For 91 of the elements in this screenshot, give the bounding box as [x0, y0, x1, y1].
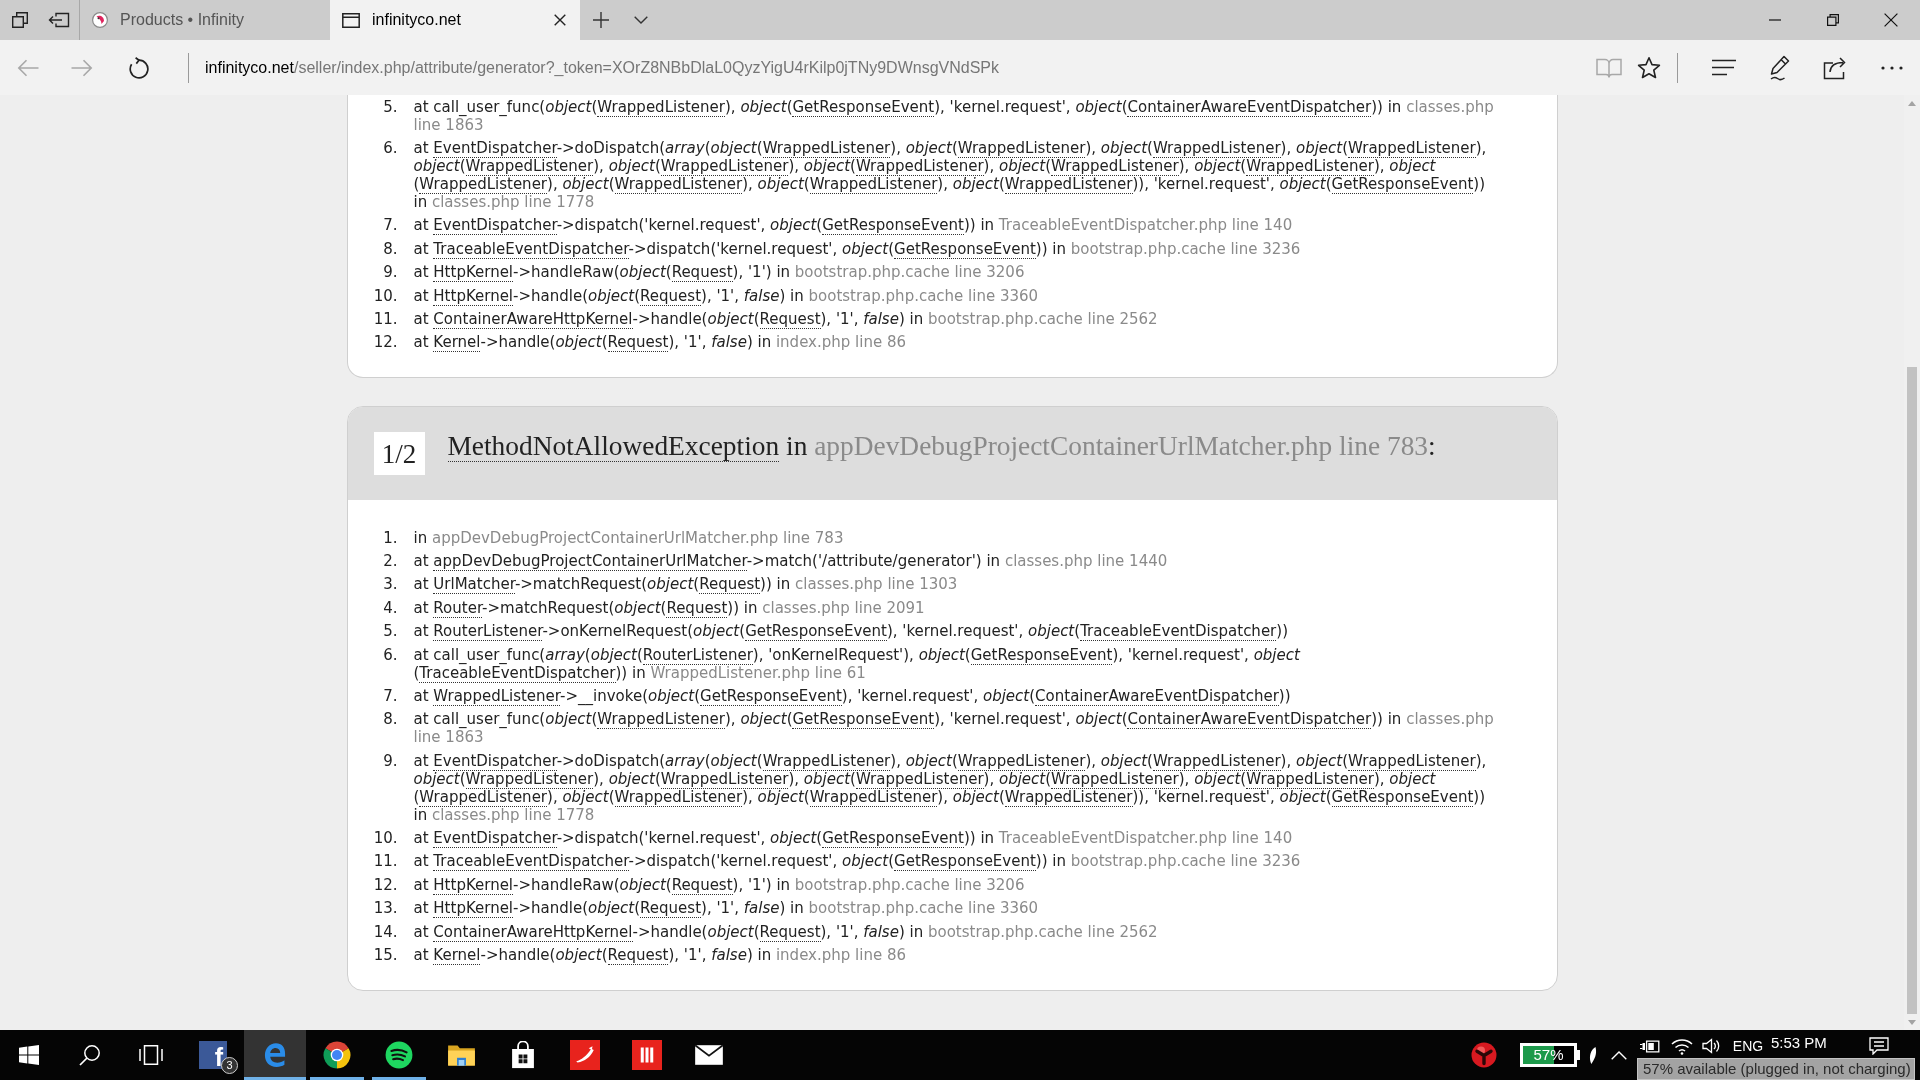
round-logo-icon	[92, 12, 108, 28]
e-logo-icon	[262, 1042, 288, 1068]
clock-time[interactable]: 5:53 PM	[1771, 1034, 1827, 1052]
segmented-circle-icon	[323, 1041, 351, 1069]
trace-number: 9.	[382, 751, 398, 772]
chevron-down-icon[interactable]	[634, 16, 648, 24]
trace-line: at TraceableEventDispatcher->dispatch('kernel.request', object(GetResponseEvent)) in bootstrap.php.cache line 3236	[413, 852, 1301, 871]
trace-line: at EventDispatcher->doDispatch(array(object(WrappedListener), object(WrappedListener), object(WrappedListener), object(WrappedListener), object(WrappedListener), object(WrappedListener), object(WrappedListener), object(WrappedListener), object(WrappedListener), object(WrappedListener), object(WrappedListener), object(WrappedListener), object(WrappedListener)), 'kernel.request', object(GetResponseEvent)) in classes.php line 1778	[413, 139, 1488, 212]
page-icon	[342, 12, 360, 28]
trace-line: at appDevDebugProjectContainerUrlMatcher->match('/attribute/generator') in classes.php line 1440	[413, 552, 1168, 571]
stacked-windows-icon[interactable]	[10, 11, 29, 29]
bars-tile-icon	[632, 1040, 662, 1070]
speaker-icon[interactable]	[1702, 1038, 1720, 1054]
scrollbar[interactable]	[1904, 95, 1920, 1030]
tooltip: 57% available (plugged in, not charging)	[1637, 1058, 1915, 1080]
trace-line: at EventDispatcher->doDispatch(array(object(WrappedListener), object(WrappedListener), object(WrappedListener), object(WrappedListener), object(WrappedListener), object(WrappedListener), object(WrappedListener), object(WrappedListener), object(WrappedListener), object(WrappedListener), object(WrappedListener), object(WrappedListener), object(WrappedListener)), 'kernel.request', object(GetResponseEvent)) in classes.php line 1778	[413, 751, 1488, 824]
trace-line: at EventDispatcher->dispatch('kernel.request', object(GetResponseEvent)) in TraceableEventDispatcher.php line 140	[413, 829, 1293, 848]
plus-icon[interactable]	[593, 12, 609, 28]
trace-line: at TraceableEventDispatcher->dispatch('kernel.request', object(GetResponseEvent)) in bootstrap.php.cache line 3236	[413, 239, 1301, 258]
trace-line: at Kernel->handle(object(Request), '1', false) in index.php line 86	[413, 945, 906, 964]
trace-number: 5.	[382, 622, 398, 641]
trace-line: at call_user_func(array(object(RouterListener), 'onKernelRequest'), object(GetResponseEvent), 'kernel.request', object(TraceableEventDispatcher)) in WrappedListener.php line 61	[413, 645, 1302, 682]
trace-number: 6.	[382, 645, 398, 666]
close-icon[interactable]	[554, 14, 566, 26]
trace-number: 10.	[372, 286, 398, 305]
task-view-icon[interactable]	[139, 1045, 163, 1065]
trace-number: 8.	[382, 239, 398, 258]
trace-line: at HttpKernel->handle(object(Request), '1', false) in bootstrap.php.cache line 3360	[413, 286, 1039, 305]
logo-tile: f	[199, 1041, 227, 1069]
arrow-box-icon[interactable]	[47, 12, 70, 28]
trace-number: 5.	[382, 97, 398, 118]
language-indicator[interactable]: ENG	[1732, 1038, 1764, 1054]
scrollbar-thumb[interactable]	[1907, 367, 1917, 1014]
close-icon[interactable]	[1884, 13, 1898, 27]
trace-number: 12.	[372, 333, 398, 352]
windows-logo-icon[interactable]	[19, 1045, 39, 1065]
trace-line: in appDevDebugProjectContainerUrlMatcher.php line 783	[413, 528, 844, 547]
search-icon[interactable]	[78, 1044, 100, 1066]
round-emblem-icon[interactable]	[1471, 1042, 1497, 1068]
shopping-bag-icon	[511, 1041, 535, 1069]
trace-number: 10.	[372, 829, 398, 848]
wifi-icon[interactable]	[1670, 1037, 1693, 1055]
browser-tab[interactable]: infinityco.net	[330, 0, 580, 40]
chevron-up-icon[interactable]	[1611, 1050, 1627, 1060]
plug-battery-icon[interactable]	[1640, 1039, 1660, 1053]
trace-line: at call_user_func(object(WrappedListener), object(GetResponseEvent), 'kernel.request', object(ContainerAwareEventDispatcher)) in classes.php line 1863	[413, 710, 1495, 747]
trace-number: 8.	[382, 710, 398, 731]
count-badge: 3	[221, 1057, 238, 1074]
swoosh-tile-icon	[570, 1040, 600, 1070]
trace-line: at ContainerAwareHttpKernel->handle(object(Request), '1', false) in bootstrap.php.cache line 2562	[413, 309, 1158, 328]
trace-number: 1.	[382, 528, 398, 547]
exception-title: MethodNotAllowedException in appDevDebugProjectContainerUrlMatcher.php line 783:	[447, 431, 1436, 461]
share-icon[interactable]	[1823, 55, 1849, 80]
page-counter: 1/2	[373, 432, 425, 475]
trace-line: at HttpKernel->handle(object(Request), '1', false) in bootstrap.php.cache line 3360	[413, 899, 1039, 918]
sound-waves-icon	[385, 1041, 413, 1069]
trace-number: 11.	[372, 309, 398, 328]
message-icon[interactable]	[1869, 1037, 1889, 1055]
restore-icon[interactable]	[1827, 14, 1839, 26]
trace-number: 3.	[382, 575, 398, 594]
trace-number: 6.	[382, 139, 398, 160]
envelope-icon	[694, 1044, 724, 1066]
trace-line: at ContainerAwareHttpKernel->handle(object(Request), '1', false) in bootstrap.php.cache line 2562	[413, 922, 1158, 941]
trace-line: at RouterListener->onKernelRequest(object(GetResponseEvent), 'kernel.request', object(TraceableEventDispatcher))	[413, 622, 1288, 641]
trace-line: at call_user_func(object(WrappedListener), object(GetResponseEvent), 'kernel.request', object(ContainerAwareEventDispatcher)) in classes.php line 1863	[413, 97, 1495, 134]
feather-icon[interactable]	[1588, 1045, 1598, 1065]
trace-number: 12.	[372, 875, 398, 894]
trace-number: 14.	[372, 922, 398, 941]
trace-number: 7.	[382, 216, 398, 235]
trace-number: 2.	[382, 552, 398, 571]
refresh-icon[interactable]	[128, 56, 150, 79]
lines-icon[interactable]	[1711, 59, 1737, 76]
trace-number: 7.	[382, 686, 398, 705]
trace-line: at UrlMatcher->matchRequest(object(Request)) in classes.php line 1303	[413, 575, 958, 594]
trace-line: at WrappedListener->__invoke(object(GetResponseEvent), 'kernel.request', object(ContainerAwareEventDispatcher))	[413, 686, 1291, 705]
trace-line: at HttpKernel->handleRaw(object(Request), '1') in bootstrap.php.cache line 3206	[413, 263, 1025, 282]
trace-number: 13.	[372, 899, 398, 918]
trace-number: 11.	[372, 852, 398, 871]
trace-line: at Router->matchRequest(object(Request)) in classes.php line 2091	[413, 598, 925, 617]
trace-number: 15.	[372, 945, 398, 964]
trace-line: at Kernel->handle(object(Request), '1', false) in index.php line 86	[413, 333, 906, 352]
trace-number: 9.	[382, 263, 398, 282]
browser-tab[interactable]: Products • Infinity	[80, 0, 330, 40]
trace-number: 4.	[382, 598, 398, 617]
more-icon[interactable]	[1881, 65, 1903, 70]
trace-line: at HttpKernel->handleRaw(object(Request), '1') in bootstrap.php.cache line 3206	[413, 875, 1025, 894]
pen-icon[interactable]	[1768, 54, 1792, 81]
star-icon[interactable]	[1637, 56, 1661, 79]
trace-line: at EventDispatcher->dispatch('kernel.request', object(GetResponseEvent)) in TraceableEventDispatcher.php line 140	[413, 216, 1293, 235]
address-field[interactable]: infinityco.net/seller/index.php/attribute/generator?_token=XOrZ8NBbDlaL0QyzYigU4rKilp0jTNy9DWnsgVNdSPk	[205, 56, 1589, 79]
folder-icon	[446, 1043, 476, 1067]
